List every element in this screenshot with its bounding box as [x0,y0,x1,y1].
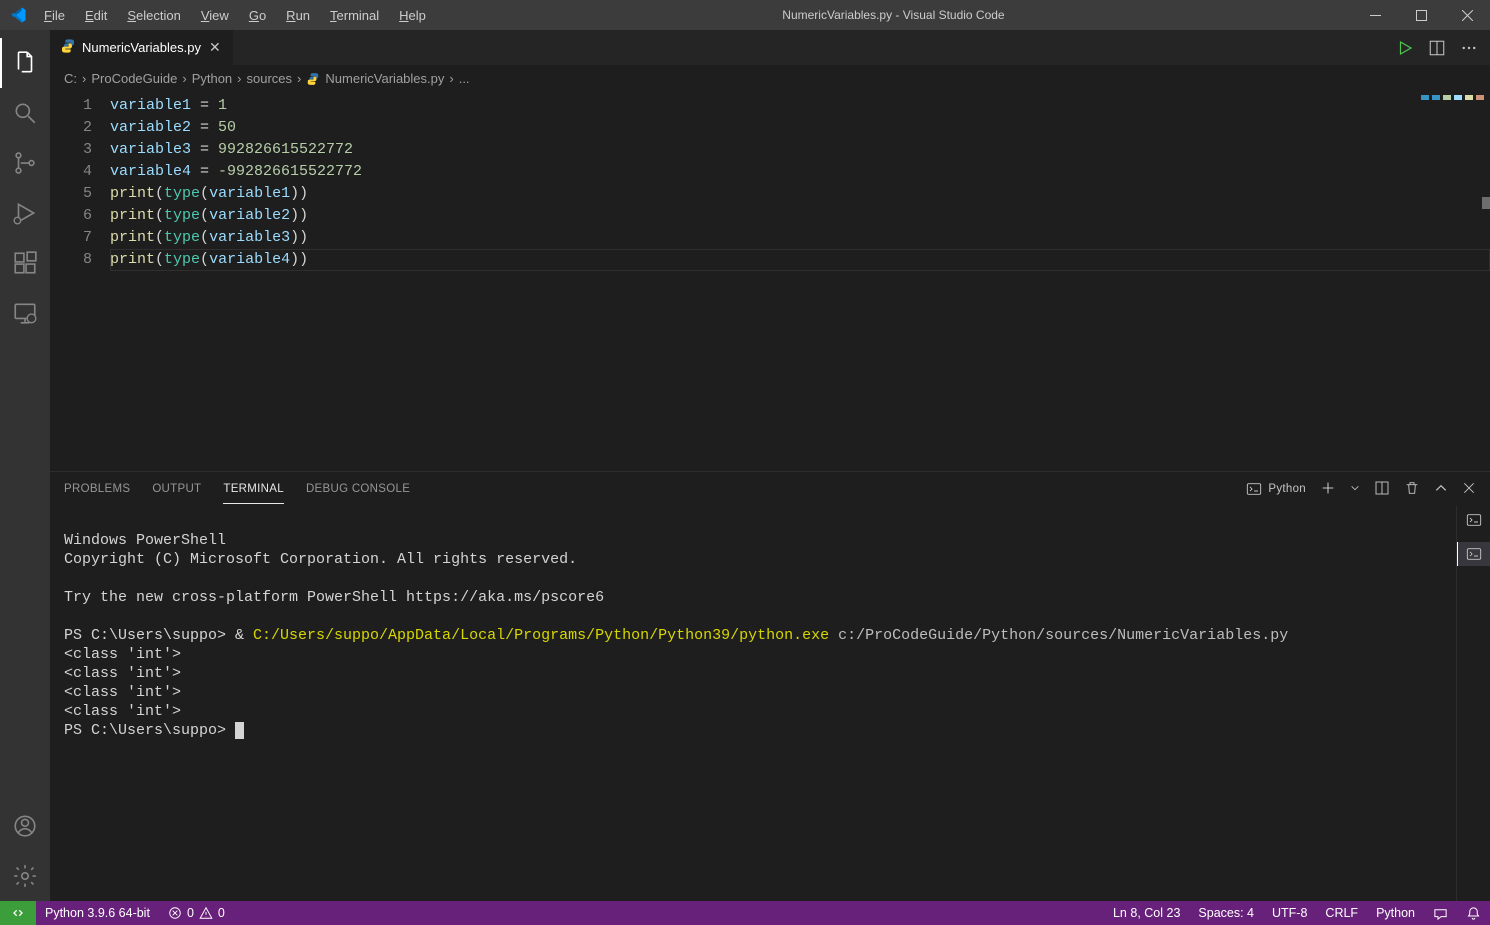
menu-terminal[interactable]: Terminal [321,3,388,28]
code-editor[interactable]: 12345678 variable1 = 1variable2 = 50vari… [50,91,1490,471]
status-notifications-icon[interactable] [1457,901,1490,925]
status-python-version[interactable]: Python 3.9.6 64-bit [36,901,159,925]
panel-actions: Python [1246,480,1476,499]
menu-run[interactable]: Run [277,3,319,28]
code-content[interactable]: variable1 = 1variable2 = 50variable3 = 9… [110,91,1490,471]
breadcrumb-seg[interactable]: ... [459,71,470,86]
menu-view[interactable]: View [192,3,238,28]
python-file-icon [306,70,320,86]
breadcrumb[interactable]: C: › ProCodeGuide › Python › sources › N… [50,65,1490,91]
panel-tab-output[interactable]: OUTPUT [152,475,201,503]
menu-bar: File Edit Selection View Go Run Terminal… [35,3,435,28]
more-actions-icon[interactable] [1460,39,1478,57]
terminal-cursor [235,722,244,739]
breadcrumb-seg[interactable]: NumericVariables.py [325,71,444,86]
panel-tab-debug-console[interactable]: DEBUG CONSOLE [306,475,410,503]
line-number-gutter: 12345678 [50,91,110,471]
breadcrumb-seg[interactable]: sources [247,71,293,86]
split-terminal-icon[interactable] [1374,480,1390,499]
status-problems[interactable]: 0 0 [159,901,234,925]
terminal-output[interactable]: Windows PowerShell Copyright (C) Microso… [50,506,1490,901]
search-icon[interactable] [0,88,50,138]
remote-explorer-icon[interactable] [0,288,50,338]
python-file-icon [60,38,76,57]
vscode-logo-icon [0,6,35,24]
breadcrumb-seg[interactable]: C: [64,71,77,86]
terminal-dropdown-icon[interactable] [1350,483,1360,496]
terminal-list [1456,506,1490,901]
main-area: NumericVariables.py ✕ C: › ProCodeGuide … [0,30,1490,901]
panel-tab-bar: PROBLEMS OUTPUT TERMINAL DEBUG CONSOLE P… [50,472,1490,506]
panel-tab-problems[interactable]: PROBLEMS [64,475,130,503]
window-title: NumericVariables.py - Visual Studio Code [435,8,1352,22]
terminal-instance-icon[interactable] [1466,512,1482,534]
minimap[interactable] [1370,91,1490,471]
window-minimize-button[interactable] [1352,0,1398,30]
editor-tab[interactable]: NumericVariables.py ✕ [50,30,234,65]
window-controls [1352,0,1490,30]
editor-tab-actions [1396,30,1490,65]
panel-tab-terminal[interactable]: TERMINAL [223,475,284,504]
status-feedback-icon[interactable] [1424,901,1457,925]
extensions-icon[interactable] [0,238,50,288]
kill-terminal-icon[interactable] [1404,480,1420,499]
source-control-icon[interactable] [0,138,50,188]
terminal-instance-icon[interactable] [1457,542,1490,566]
editor-tab-bar: NumericVariables.py ✕ [50,30,1490,65]
run-file-icon[interactable] [1396,39,1414,57]
explorer-icon[interactable] [0,38,50,88]
menu-selection[interactable]: Selection [118,3,189,28]
status-indentation[interactable]: Spaces: 4 [1189,901,1263,925]
bottom-panel: PROBLEMS OUTPUT TERMINAL DEBUG CONSOLE P… [50,471,1490,901]
new-terminal-icon[interactable] [1320,480,1336,499]
window-close-button[interactable] [1444,0,1490,30]
settings-gear-icon[interactable] [0,851,50,901]
menu-edit[interactable]: Edit [76,3,116,28]
scrollbar-thumb[interactable] [1482,197,1490,209]
status-eol[interactable]: CRLF [1316,901,1367,925]
panel-maximize-icon[interactable] [1434,481,1448,498]
status-cursor-position[interactable]: Ln 8, Col 23 [1104,901,1189,925]
terminal-selector[interactable]: Python [1246,481,1306,497]
window-maximize-button[interactable] [1398,0,1444,30]
title-bar: File Edit Selection View Go Run Terminal… [0,0,1490,30]
split-editor-icon[interactable] [1428,39,1446,57]
breadcrumb-seg[interactable]: ProCodeGuide [91,71,177,86]
panel-close-icon[interactable] [1462,481,1476,498]
status-bar: Python 3.9.6 64-bit 0 0 Ln 8, Col 23 Spa… [0,901,1490,925]
breadcrumb-seg[interactable]: Python [192,71,232,86]
status-language-mode[interactable]: Python [1367,901,1424,925]
activity-bar [0,30,50,901]
run-debug-icon[interactable] [0,188,50,238]
menu-go[interactable]: Go [240,3,275,28]
tab-close-icon[interactable]: ✕ [207,39,223,56]
editor-tab-label: NumericVariables.py [82,40,201,55]
remote-indicator[interactable] [0,901,36,925]
menu-help[interactable]: Help [390,3,435,28]
status-encoding[interactable]: UTF-8 [1263,901,1316,925]
menu-file[interactable]: File [35,3,74,28]
editor-column: NumericVariables.py ✕ C: › ProCodeGuide … [50,30,1490,901]
accounts-icon[interactable] [0,801,50,851]
